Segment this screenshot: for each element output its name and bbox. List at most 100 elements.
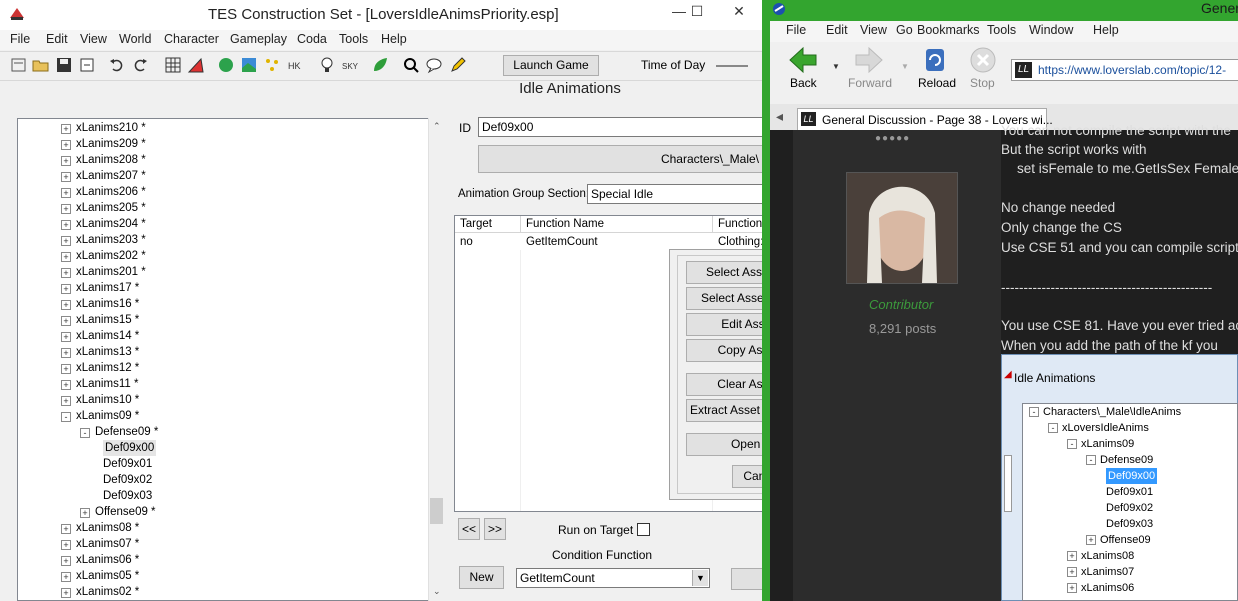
- scroll-up-icon[interactable]: ⌃: [433, 121, 441, 132]
- landscape-icon[interactable]: [217, 56, 235, 74]
- forward-arrow-icon[interactable]: [854, 46, 884, 77]
- world-map-icon[interactable]: [240, 56, 258, 74]
- expand-icon[interactable]: +: [1086, 535, 1096, 545]
- menu-help[interactable]: Help: [381, 32, 407, 46]
- collapse-icon[interactable]: -: [1048, 423, 1058, 433]
- tree-item[interactable]: xLanims207 *: [76, 168, 146, 184]
- expand-icon[interactable]: +: [61, 204, 71, 214]
- browser-menu-view[interactable]: View: [860, 23, 887, 37]
- avatar[interactable]: [846, 172, 958, 284]
- sky-icon[interactable]: SKY: [342, 56, 360, 74]
- open-folder-icon[interactable]: [32, 56, 50, 74]
- animation-group-select[interactable]: Special Idle: [587, 184, 762, 204]
- embedded-tree-item[interactable]: Characters\_Male\IdleAnims: [1043, 404, 1181, 420]
- collapse-icon[interactable]: -: [80, 428, 90, 438]
- expand-icon[interactable]: +: [61, 540, 71, 550]
- tree-item[interactable]: xLanims206 *: [76, 184, 146, 200]
- search-icon[interactable]: [402, 56, 420, 74]
- forward-button-label[interactable]: Forward: [848, 76, 892, 90]
- expand-icon[interactable]: +: [61, 332, 71, 342]
- stop-button-label[interactable]: Stop: [970, 76, 995, 90]
- expand-icon[interactable]: +: [61, 396, 71, 406]
- next-condition-button[interactable]: >>: [484, 518, 506, 540]
- embedded-tree-item[interactable]: Def09x02: [1106, 500, 1153, 516]
- browser-menu-window[interactable]: Window: [1029, 23, 1073, 37]
- tree-item[interactable]: xLanims13 *: [76, 344, 139, 360]
- expand-icon[interactable]: +: [61, 268, 71, 278]
- expand-icon[interactable]: +: [80, 508, 90, 518]
- scrollbar-thumb[interactable]: [430, 498, 443, 524]
- stop-icon[interactable]: [970, 47, 996, 76]
- tree-item[interactable]: Def09x02: [103, 472, 152, 488]
- expand-icon[interactable]: +: [61, 252, 71, 262]
- tree-item[interactable]: xLanims07 *: [76, 536, 139, 552]
- browser-menu-go[interactable]: Go: [896, 23, 913, 37]
- embedded-tree-item[interactable]: Def09x03: [1106, 516, 1153, 532]
- save-icon[interactable]: [55, 56, 73, 74]
- column-header-function[interactable]: Function: [713, 216, 762, 233]
- expand-icon[interactable]: +: [1067, 583, 1077, 593]
- tree-item[interactable]: xLanims12 *: [76, 360, 139, 376]
- expand-icon[interactable]: +: [61, 364, 71, 374]
- condition-function-select[interactable]: GetItemCount ▼: [516, 568, 710, 588]
- expand-icon[interactable]: +: [61, 588, 71, 598]
- menu-gameplay[interactable]: Gameplay: [230, 32, 287, 46]
- tree-item[interactable]: Def09x00: [103, 440, 157, 456]
- table-cell-target[interactable]: no: [455, 234, 521, 250]
- time-of-day-slider[interactable]: [716, 65, 748, 67]
- pencil-icon[interactable]: [449, 56, 467, 74]
- tree-item[interactable]: Offense09 *: [95, 504, 156, 520]
- animation-path-button[interactable]: Characters\_Male\: [478, 145, 762, 173]
- expand-icon[interactable]: +: [61, 188, 71, 198]
- collapse-icon[interactable]: -: [61, 412, 71, 422]
- tree-item[interactable]: xLanims210 *: [76, 120, 146, 136]
- tree-item[interactable]: xLanims205 *: [76, 200, 146, 216]
- light-bulb-icon[interactable]: [318, 56, 336, 74]
- tree-item[interactable]: Defense09 *: [95, 424, 158, 440]
- menu-coda[interactable]: Coda: [297, 32, 327, 46]
- embedded-animation-tree[interactable]: Characters\_Male\IdleAnims - xLoversIdleAn…: [1022, 403, 1238, 601]
- tree-item[interactable]: xLanims202 *: [76, 248, 146, 264]
- expand-icon[interactable]: +: [1067, 551, 1077, 561]
- expand-icon[interactable]: +: [61, 156, 71, 166]
- expand-icon[interactable]: +: [61, 140, 71, 150]
- back-dropdown-icon[interactable]: ▼: [832, 62, 840, 71]
- partial-button[interactable]: [731, 568, 762, 590]
- expand-icon[interactable]: +: [61, 300, 71, 310]
- embedded-tree-item[interactable]: Defense09: [1100, 452, 1153, 468]
- embedded-tree-item[interactable]: Offense09: [1100, 532, 1151, 548]
- tree-item[interactable]: xLanims05 *: [76, 568, 139, 584]
- url-text[interactable]: https://www.loverslab.com/topic/12-: [1038, 63, 1226, 77]
- expand-icon[interactable]: +: [61, 124, 71, 134]
- menu-edit[interactable]: Edit: [46, 32, 68, 46]
- angle-snap-icon[interactable]: [187, 56, 205, 74]
- expand-icon[interactable]: +: [61, 236, 71, 246]
- havok-icon[interactable]: HK: [287, 56, 305, 74]
- tree-item[interactable]: xLanims204 *: [76, 216, 146, 232]
- tree-item[interactable]: xLanims02 *: [76, 584, 139, 600]
- embedded-tree-item[interactable]: Def09x01: [1106, 484, 1153, 500]
- expand-icon[interactable]: +: [61, 316, 71, 326]
- menu-view[interactable]: View: [80, 32, 107, 46]
- collapse-icon[interactable]: -: [1067, 439, 1077, 449]
- grid-icon[interactable]: [164, 56, 182, 74]
- tree-item[interactable]: xLanims201 *: [76, 264, 146, 280]
- preferences-icon[interactable]: [78, 56, 96, 74]
- expand-icon[interactable]: +: [61, 380, 71, 390]
- table-cell-function-name[interactable]: GetItemCount: [521, 234, 713, 250]
- menu-world[interactable]: World: [119, 32, 151, 46]
- collapse-icon[interactable]: -: [1029, 407, 1039, 417]
- tree-item[interactable]: xLanims16 *: [76, 296, 139, 312]
- embedded-tree-item[interactable]: xLoversIdleAnims: [1062, 420, 1149, 436]
- collapse-icon[interactable]: -: [1086, 455, 1096, 465]
- browser-menu-bookmarks[interactable]: Bookmarks: [917, 23, 980, 37]
- forward-dropdown-icon[interactable]: ▼: [901, 62, 909, 71]
- tree-item[interactable]: Def09x01: [103, 456, 152, 472]
- embedded-tree-item[interactable]: xLanims08: [1081, 548, 1134, 564]
- browser-menu-tools[interactable]: Tools: [987, 23, 1016, 37]
- close-button[interactable]: ✕: [716, 0, 762, 24]
- new-condition-button[interactable]: New: [459, 566, 504, 589]
- url-bar[interactable]: LL https://www.loverslab.com/topic/12-: [1011, 59, 1238, 81]
- dropdown-arrow-icon[interactable]: ▼: [692, 570, 708, 586]
- back-button-label[interactable]: Back: [790, 76, 817, 90]
